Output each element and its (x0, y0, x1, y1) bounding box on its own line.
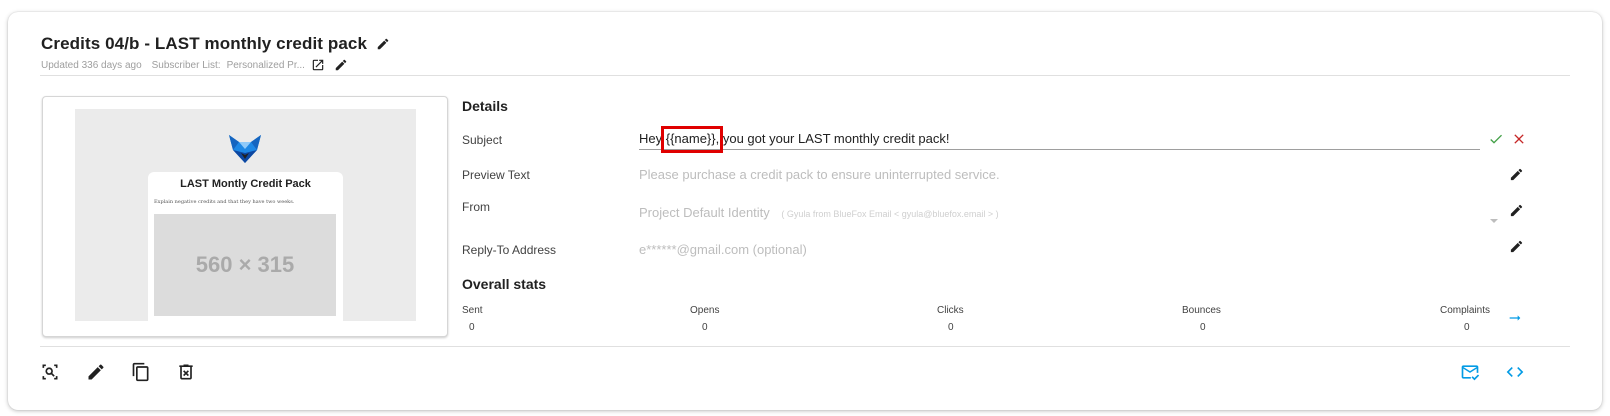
preview-heading: LAST Montly Credit Pack (180, 178, 311, 190)
check-icon[interactable] (1488, 131, 1504, 147)
open-in-new-icon[interactable] (311, 58, 325, 72)
reply-to-field[interactable]: e******@gmail.com (optional) (639, 242, 807, 257)
reply-to-label: Reply-To Address (462, 243, 557, 257)
stat-opens-value: 0 (702, 322, 708, 333)
details-heading: Details (462, 98, 508, 114)
campaign-card: Credits 04/b - LAST monthly credit pack … (8, 12, 1602, 410)
preview-image-placeholder: 560 × 315 (154, 214, 336, 316)
stat-clicks-label: Clicks (937, 305, 964, 316)
stat-clicks-value: 0 (948, 322, 954, 333)
pencil-icon[interactable] (1509, 239, 1524, 254)
delete-icon[interactable] (176, 362, 196, 382)
from-detail: ( Gyula from BlueFox Email < gyula@bluef… (781, 209, 999, 219)
pencil-icon[interactable] (334, 58, 348, 72)
subject-input[interactable]: Hey {{name}}, you got your LAST monthly … (639, 131, 1480, 150)
mail-check-icon[interactable] (1459, 362, 1481, 382)
pencil-icon[interactable] (1509, 167, 1524, 182)
from-select[interactable]: Project Default Identity ( Gyula from Bl… (639, 205, 999, 220)
pencil-icon[interactable] (376, 37, 390, 51)
stats-heading: Overall stats (462, 276, 547, 292)
campaign-meta: Updated 336 days ago Subscriber List: Pe… (41, 58, 348, 72)
subscriber-list-value: Personalized Pr... (226, 59, 305, 71)
header-divider (40, 75, 1570, 76)
from-value: Project Default Identity (639, 205, 770, 220)
stat-bounces-value: 0 (1200, 322, 1206, 333)
highlight-box (661, 126, 723, 153)
arrow-right-icon[interactable] (1507, 310, 1523, 326)
from-label: From (462, 200, 490, 214)
preview-content: LAST Montly Credit Pack Explain negative… (148, 172, 343, 321)
preview-body-text: Explain negative credits and that they h… (154, 199, 295, 205)
preview-text-label: Preview Text (462, 168, 530, 182)
stat-sent-value: 0 (469, 322, 475, 333)
preview-text-field[interactable]: Please purchase a credit pack to ensure … (639, 167, 1000, 182)
stat-complaints-value: 0 (1464, 322, 1470, 333)
zoom-icon[interactable] (40, 362, 60, 382)
pencil-icon[interactable] (86, 362, 106, 382)
stat-complaints-label: Complaints (1440, 305, 1491, 316)
code-icon[interactable] (1504, 362, 1526, 382)
pencil-icon[interactable] (1509, 203, 1524, 218)
email-preview[interactable]: LAST Montly Credit Pack Explain negative… (42, 96, 448, 337)
copy-icon[interactable] (131, 362, 151, 382)
chevron-down-icon[interactable] (1490, 219, 1498, 223)
campaign-title: Credits 04/b - LAST monthly credit pack (41, 34, 368, 53)
fox-logo-icon (227, 133, 263, 170)
stat-sent-label: Sent (462, 305, 483, 316)
preview-canvas: LAST Montly Credit Pack Explain negative… (75, 109, 416, 321)
footer-divider (40, 346, 1570, 347)
stat-opens-label: Opens (690, 305, 720, 316)
stat-bounces-label: Bounces (1182, 305, 1221, 316)
close-icon[interactable] (1511, 131, 1527, 147)
subject-label: Subject (462, 133, 503, 147)
subscriber-list-label: Subscriber List: (151, 59, 221, 71)
updated-text: Updated 336 days ago (41, 59, 142, 71)
title-row: Credits 04/b - LAST monthly credit pack (41, 34, 390, 54)
